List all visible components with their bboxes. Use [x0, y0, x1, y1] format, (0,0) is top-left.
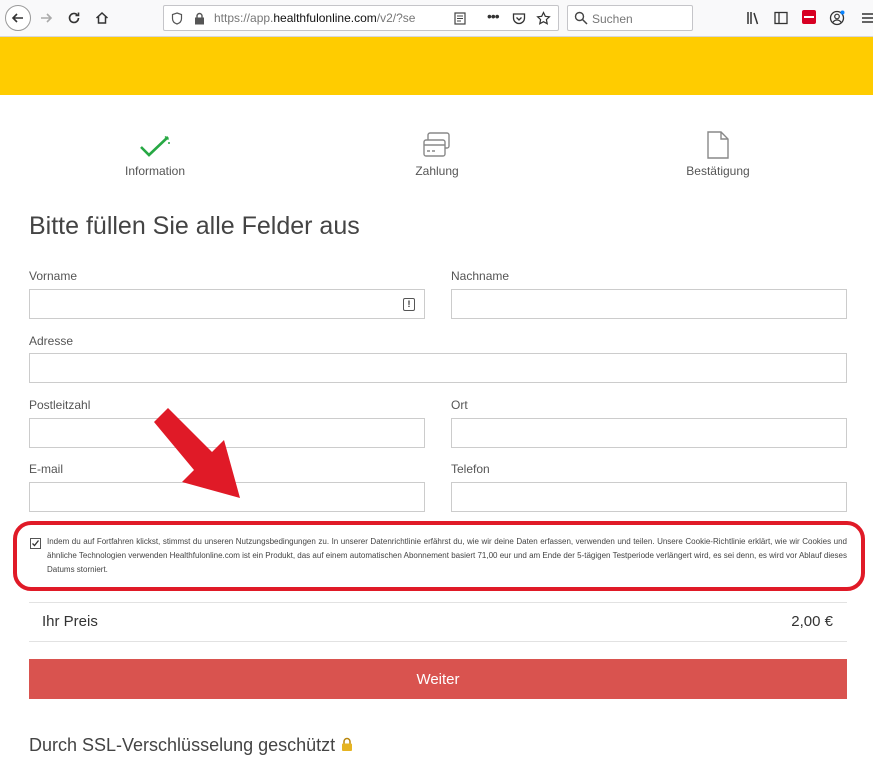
search-icon	[574, 11, 588, 25]
adresse-field[interactable]	[29, 353, 847, 383]
document-icon	[707, 131, 729, 159]
email-label: E-mail	[29, 462, 64, 476]
step-bestaetigung: Bestätigung	[648, 128, 788, 178]
consent-checkbox[interactable]	[30, 538, 41, 549]
ssl-notice: Durch SSL-Verschlüsselung geschützt	[29, 735, 354, 756]
padlock-icon	[342, 737, 353, 751]
vorname-field[interactable]: !	[29, 289, 425, 319]
reload-icon	[68, 12, 80, 24]
step-label: Information	[124, 164, 186, 178]
header-band	[0, 37, 873, 95]
ssl-text: Durch SSL-Verschlüsselung geschützt	[29, 735, 336, 755]
reader-view-icon[interactable]	[454, 12, 466, 25]
step-zahlung: Zahlung	[367, 128, 507, 178]
ort-field[interactable]	[451, 418, 847, 448]
vorname-label: Vorname	[29, 269, 78, 283]
plz-label: Postleitzahl	[29, 398, 91, 412]
checkmark-icon	[32, 540, 40, 547]
arrow-left-icon	[11, 13, 23, 23]
price-label: Ihr Preis	[42, 613, 98, 630]
annotation-arrow-icon	[154, 408, 240, 498]
step-label: Bestätigung	[686, 164, 750, 178]
search-bar[interactable]: Suchen	[567, 5, 693, 31]
more-actions-icon[interactable]: •••	[487, 8, 500, 24]
lock-icon	[195, 12, 204, 25]
back-button[interactable]	[5, 5, 31, 31]
home-button[interactable]	[90, 6, 114, 30]
search-placeholder: Suchen	[592, 12, 633, 26]
url-bar[interactable]: https://app.healthfulonline.com/v2/?se •…	[163, 5, 559, 31]
step-information: Information	[85, 128, 225, 178]
telefon-label: Telefon	[451, 462, 490, 476]
step-label: Zahlung	[415, 164, 459, 178]
telefon-field[interactable]	[451, 482, 847, 512]
sidebar-icon[interactable]	[774, 11, 788, 25]
shield-icon	[171, 12, 183, 25]
arrow-right-icon	[41, 13, 53, 23]
nachname-label: Nachname	[451, 269, 510, 283]
checkmark-icon	[140, 135, 170, 157]
autofill-warning-icon: !	[403, 298, 415, 311]
weiter-button[interactable]: Weiter	[29, 659, 847, 699]
consent-text: Indem du auf Fortfahren klickst, stimmst…	[47, 537, 847, 574]
ort-label: Ort	[451, 398, 468, 412]
divider	[29, 641, 847, 642]
adresse-label: Adresse	[29, 334, 74, 348]
library-icon[interactable]	[746, 11, 760, 25]
reload-button[interactable]	[62, 6, 86, 30]
credit-card-icon	[423, 132, 450, 157]
bookmark-star-icon[interactable]	[536, 11, 551, 26]
forward-button[interactable]	[34, 6, 58, 30]
url-text: https://app.healthfulonline.com/v2/?se	[214, 11, 416, 25]
home-icon	[95, 11, 109, 24]
account-icon[interactable]	[829, 10, 845, 26]
price-value: 2,00 €	[791, 613, 833, 630]
pocket-icon[interactable]	[512, 12, 526, 25]
page-title: Bitte füllen Sie alle Felder aus	[29, 212, 360, 240]
extension-icon[interactable]	[802, 10, 816, 24]
browser-toolbar: https://app.healthfulonline.com/v2/?se •…	[0, 0, 873, 37]
nachname-field[interactable]	[451, 289, 847, 319]
divider	[29, 602, 847, 603]
menu-icon[interactable]	[862, 11, 873, 25]
